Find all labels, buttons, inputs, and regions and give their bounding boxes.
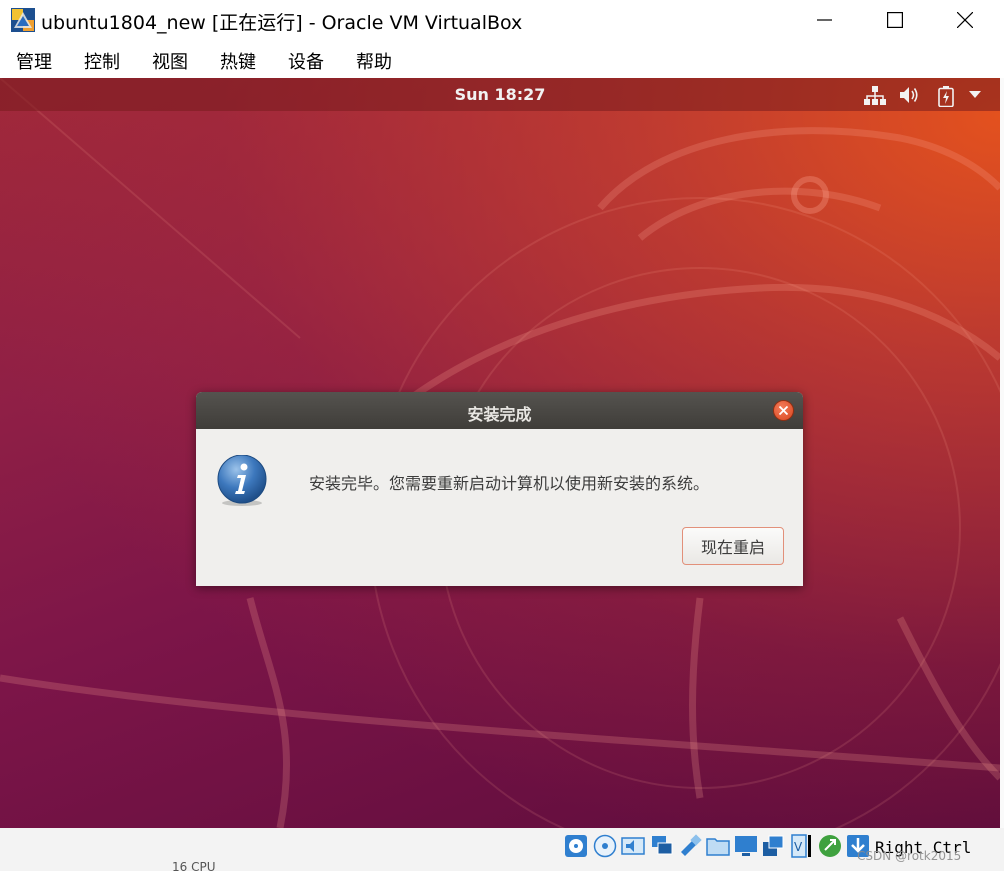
display-icon[interactable] [734, 834, 758, 858]
vm-display[interactable]: Sun 18:27 安装完成 安装完毕。您需要重新启动计算机以使用新安装的系统。… [0, 78, 1000, 828]
menu-hotkeys[interactable]: 热键 [220, 48, 256, 74]
background-window-text: 16 CPU [172, 860, 216, 871]
watermark: CSDN @rotk2015 [857, 849, 962, 863]
menu-help[interactable]: 帮助 [356, 48, 392, 74]
virtualbox-app-icon [11, 8, 35, 32]
close-button[interactable] [930, 0, 1000, 40]
maximize-icon [887, 12, 903, 28]
minimize-button[interactable] [790, 0, 860, 40]
network-adapter-icon[interactable] [650, 834, 674, 858]
menu-view[interactable]: 视图 [152, 48, 188, 74]
maximize-button[interactable] [860, 0, 930, 40]
menu-devices[interactable]: 设备 [288, 48, 324, 74]
svg-text:V: V [794, 840, 803, 854]
mouse-integration-icon[interactable] [818, 834, 842, 858]
audio-icon[interactable] [621, 834, 645, 858]
network-icon[interactable] [864, 86, 886, 106]
window-right-edge [1000, 78, 1004, 828]
gnome-top-bar: Sun 18:27 [0, 78, 1000, 111]
usb-icon[interactable] [678, 834, 702, 858]
recording-icon[interactable] [762, 834, 786, 858]
menu-machine[interactable]: 管理 [16, 48, 52, 74]
hard-disk-icon[interactable] [564, 834, 588, 858]
minimize-icon [817, 19, 832, 21]
dialog-titlebar[interactable]: 安装完成 [196, 392, 803, 429]
volume-icon[interactable] [900, 86, 920, 104]
dialog-title: 安装完成 [467, 405, 532, 424]
dropdown-arrow-icon[interactable] [969, 91, 981, 99]
window-title: ubuntu1804_new [正在运行] - Oracle VM Virtua… [41, 12, 523, 34]
install-complete-dialog: 安装完成 安装完毕。您需要重新启动计算机以使用新安装的系统。 现在重启 [196, 392, 803, 586]
optical-drive-icon[interactable] [593, 834, 617, 858]
cpu-icon[interactable]: V [790, 834, 814, 858]
window-titlebar: ubuntu1804_new [正在运行] - Oracle VM Virtua… [0, 0, 1004, 40]
info-icon [217, 455, 267, 506]
close-icon [957, 12, 973, 28]
close-icon [779, 406, 788, 415]
clock[interactable]: Sun 18:27 [0, 85, 1000, 104]
dialog-close-button[interactable] [773, 400, 794, 421]
dialog-message: 安装完毕。您需要重新启动计算机以使用新安装的系统。 [309, 474, 710, 493]
shared-folders-icon[interactable] [706, 834, 730, 858]
vbox-statusbar: 16 CPU V Right Ctrl CSDN @rotk2015 [0, 828, 1004, 871]
battery-icon[interactable] [938, 86, 954, 107]
restart-now-button[interactable]: 现在重启 [682, 527, 784, 565]
vbox-menubar: 管理 控制 视图 热键 设备 帮助 [0, 40, 1004, 78]
menu-control[interactable]: 控制 [84, 48, 120, 74]
